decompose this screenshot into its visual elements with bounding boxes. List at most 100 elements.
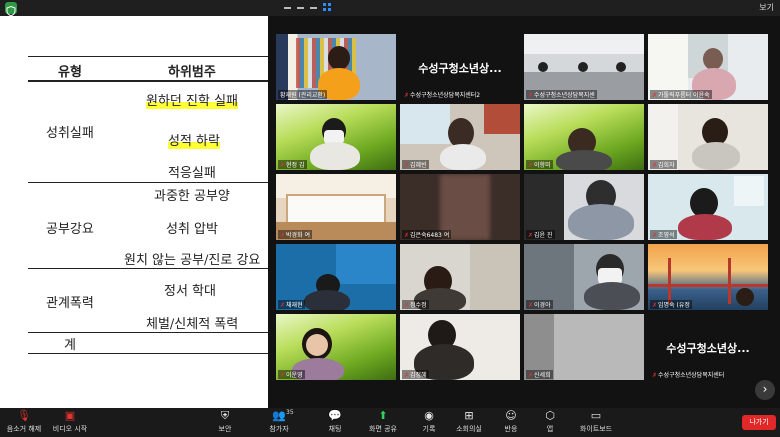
participant-name: ✗가톨릭푸름터 이윤숙: [650, 90, 712, 99]
gallery-view: 황재원 (관리교환) 수성구청소년상... ✗수성구청소년상담복지센터2 ✗수성…: [276, 16, 780, 408]
share-screen-icon: ⬆: [378, 409, 388, 422]
muted-mic-icon: ✗: [404, 92, 410, 99]
item-study-3: 원치 않는 공부/진로 강요: [124, 253, 261, 268]
participant-tile[interactable]: ✗김정혜: [400, 314, 520, 380]
participants-count: 35: [286, 409, 294, 416]
row-type-relational-violence: 관계폭력: [46, 296, 94, 311]
participant-display-name: 수성구청소년상...: [666, 342, 750, 355]
table-top-rule: [28, 56, 268, 57]
participant-name: ✗김은숙6483 여: [402, 230, 452, 239]
muted-mic-icon: ✗: [528, 162, 534, 169]
participant-name: ✗이경아: [526, 300, 553, 309]
muted-microphone-icon: 🎙: [17, 409, 31, 422]
row-total: 계: [64, 338, 76, 353]
muted-mic-icon: ✗: [652, 302, 658, 309]
participant-name: ✗이운영: [278, 370, 305, 379]
participant-name: ✗조영석: [650, 230, 677, 239]
participant-tile[interactable]: ✗박경화 여: [276, 174, 396, 240]
apps-button[interactable]: ⬡ 앱: [536, 410, 564, 434]
participants-button[interactable]: 👥 35 참가자: [262, 409, 296, 434]
leave-button[interactable]: 나가기: [742, 415, 776, 430]
chat-button[interactable]: 💬 채팅: [320, 410, 350, 434]
participant-tile[interactable]: ✗김희자: [648, 104, 768, 170]
participant-tile[interactable]: ✗이운영: [276, 314, 396, 380]
item-achievement-2: 성적 하락: [168, 134, 220, 149]
participant-name: 황재원 (관리교환): [278, 90, 328, 99]
next-page-arrow-icon[interactable]: ›: [755, 380, 775, 400]
participant-tile[interactable]: ✗신세희: [524, 314, 644, 380]
muted-mic-icon: ✗: [652, 92, 658, 99]
speaker-view-icon[interactable]: [284, 3, 291, 9]
participant-name: ✗임명숙 (유정: [650, 300, 692, 309]
muted-mic-icon: ✗: [404, 232, 410, 239]
row-rule-3: [28, 332, 268, 333]
item-achievement-1: 원하던 진학 실패: [146, 94, 238, 109]
participant-name: ✗수성구청소년상담복지센터: [652, 372, 725, 379]
participant-tile[interactable]: ✗이향미: [524, 104, 644, 170]
participant-tile[interactable]: ✗정수정: [400, 244, 520, 310]
view-button[interactable]: 보기: [724, 2, 774, 13]
participant-tile[interactable]: ✗김윤 진: [524, 174, 644, 240]
start-video-button[interactable]: ▣ 비디오 시작: [50, 410, 90, 434]
participant-tile[interactable]: 황재원 (관리교환): [276, 34, 396, 100]
participant-name: ✗박경화 여: [278, 230, 313, 239]
participant-tile[interactable]: 수성구청소년상... ✗수성구청소년상담복지센터2: [400, 34, 520, 100]
chat-bubble-icon: 💬: [328, 409, 342, 422]
unmute-button[interactable]: 🎙 음소거 해제: [4, 410, 44, 434]
participant-name: ✗정수정: [402, 300, 429, 309]
reactions-button[interactable]: ☺ 반응: [496, 410, 526, 434]
shield-icon: ⛨: [220, 409, 230, 422]
panel-divider[interactable]: [268, 16, 276, 408]
breakout-rooms-button[interactable]: ⊞ 소회의실: [452, 410, 486, 434]
participant-tile[interactable]: ✗이경아: [524, 244, 644, 310]
side-by-side-icon[interactable]: [310, 3, 317, 9]
breakout-rooms-icon: ⊞: [464, 409, 474, 422]
item-relation-1: 정서 학대: [164, 284, 216, 299]
participant-tile[interactable]: ✗조영석: [648, 174, 768, 240]
participant-tile[interactable]: ✗임명숙 (유정: [648, 244, 768, 310]
muted-mic-icon: ✗: [528, 232, 534, 239]
encryption-shield-icon[interactable]: [5, 2, 17, 17]
share-screen-button[interactable]: ⬆ 화면 공유: [366, 410, 400, 434]
participant-name: ✗수성구청소년상담복지센: [526, 90, 597, 99]
participant-name: ✗김혜빈: [402, 160, 429, 169]
record-button[interactable]: ◉ 기록: [414, 410, 444, 434]
participant-name: ✗이향미: [526, 160, 553, 169]
smiley-icon: ☺: [505, 409, 517, 422]
minimize-icon[interactable]: [297, 3, 304, 9]
participant-tile[interactable]: ✗김은숙6483 여: [400, 174, 520, 240]
participant-name: ✗채재현: [278, 300, 305, 309]
header-rule: [28, 80, 268, 82]
participant-display-name: 수성구청소년상...: [418, 62, 502, 75]
whiteboard-button[interactable]: ▭ 화이트보드: [576, 410, 616, 434]
participant-tile[interactable]: 수성구청소년상... ✗수성구청소년상담복지센터: [648, 314, 768, 380]
participant-tile[interactable]: ✗현정 김: [276, 104, 396, 170]
muted-mic-icon: ✗: [528, 372, 534, 379]
participant-tile[interactable]: ✗수성구청소년상담복지센: [524, 34, 644, 100]
security-button[interactable]: ⛨ 보안: [210, 410, 240, 434]
muted-mic-icon: ✗: [652, 232, 658, 239]
muted-mic-icon: ✗: [404, 372, 410, 379]
row-type-achievement: 성취실패: [46, 126, 94, 141]
muted-mic-icon: ✗: [652, 162, 658, 169]
participant-name: ✗수성구청소년상담복지센터2: [404, 92, 481, 99]
muted-mic-icon: ✗: [404, 162, 410, 169]
apps-icon: ⬡: [545, 409, 555, 422]
participant-tile[interactable]: ✗채재현: [276, 244, 396, 310]
row-rule-1: [28, 182, 268, 183]
shared-screen-document: 유형 하위범주 성취실패 원하던 진학 실패 성적 하락 적응실패 공부강요 과…: [0, 16, 268, 408]
participant-tile[interactable]: ✗김혜빈: [400, 104, 520, 170]
whiteboard-icon: ▭: [590, 409, 602, 422]
participant-name: ✗김정혜: [402, 370, 429, 379]
muted-mic-icon: ✗: [280, 302, 286, 309]
zoom-meeting-window: 보기 유형 하위범주 성취실패 원하던 진학 실패 성적 하락 적응실패 공부강…: [0, 0, 780, 437]
item-study-2: 성취 압박: [166, 222, 218, 237]
header-subcategory: 하위범주: [168, 65, 216, 80]
item-study-1: 과중한 공부양: [154, 189, 230, 204]
row-rule-2: [28, 268, 268, 269]
header-type: 유형: [58, 65, 82, 80]
gallery-grid-icon[interactable]: [323, 3, 331, 11]
participant-tile[interactable]: ✗가톨릭푸름터 이윤숙: [648, 34, 768, 100]
table-bottom-rule: [28, 353, 268, 354]
row-type-study-pressure: 공부강요: [46, 222, 94, 237]
